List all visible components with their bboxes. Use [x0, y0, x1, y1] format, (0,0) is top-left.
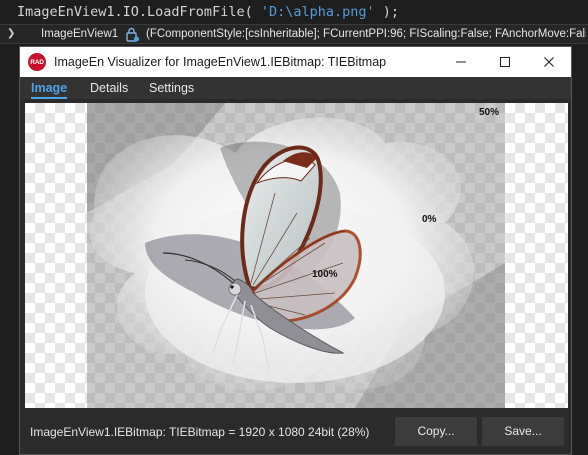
- alpha-label-100: 100%: [312, 269, 338, 280]
- code-suffix: );: [374, 4, 400, 20]
- debug-inspector-row[interactable]: ❯ ImageEnView1 (FComponentStyle:[csInher…: [0, 24, 588, 44]
- image-preview[interactable]: 50% 0% 100%: [25, 103, 568, 408]
- copy-button[interactable]: Copy...: [395, 417, 477, 446]
- lock-icon: [126, 27, 139, 42]
- debug-variable-value: (FComponentStyle:[csInheritable]; FCurre…: [146, 28, 586, 40]
- code-string-literal: 'D:\alpha.png': [260, 4, 375, 20]
- maximize-icon: [500, 57, 510, 67]
- rad-logo-icon: RAD: [28, 53, 46, 71]
- tab-bar: Image Details Settings: [20, 77, 571, 100]
- code-prefix: ImageEnView1.IO.LoadFromFile(: [17, 4, 261, 20]
- tab-details[interactable]: Details: [84, 77, 134, 100]
- minimize-icon: [456, 61, 466, 63]
- status-bar: ImageEnView1.IEBitmap: TIEBitmap = 1920 …: [20, 411, 571, 454]
- tab-settings[interactable]: Settings: [143, 77, 200, 100]
- minimize-button[interactable]: [439, 47, 483, 77]
- butterfly-image: [87, 103, 505, 408]
- save-button[interactable]: Save...: [482, 417, 564, 446]
- close-icon: [544, 57, 554, 67]
- tab-image[interactable]: Image: [25, 77, 73, 100]
- close-button[interactable]: [527, 47, 571, 77]
- maximize-button[interactable]: [483, 47, 527, 77]
- code-editor-line[interactable]: ImageEnView1.IO.LoadFromFile( 'D:\alpha.…: [0, 0, 588, 24]
- window-title: ImageEn Visualizer for ImageEnView1.IEBi…: [54, 55, 387, 69]
- alpha-label-0: 0%: [422, 214, 437, 225]
- alpha-label-50: 50%: [479, 107, 500, 118]
- visualizer-window: RAD ImageEn Visualizer for ImageEnView1.…: [19, 46, 572, 455]
- window-titlebar[interactable]: RAD ImageEn Visualizer for ImageEnView1.…: [20, 47, 571, 77]
- debug-variable-name: ImageEnView1: [41, 28, 119, 40]
- bitmap-info: ImageEnView1.IEBitmap: TIEBitmap = 1920 …: [30, 425, 370, 439]
- chevron-right-icon[interactable]: ❯: [7, 25, 17, 43]
